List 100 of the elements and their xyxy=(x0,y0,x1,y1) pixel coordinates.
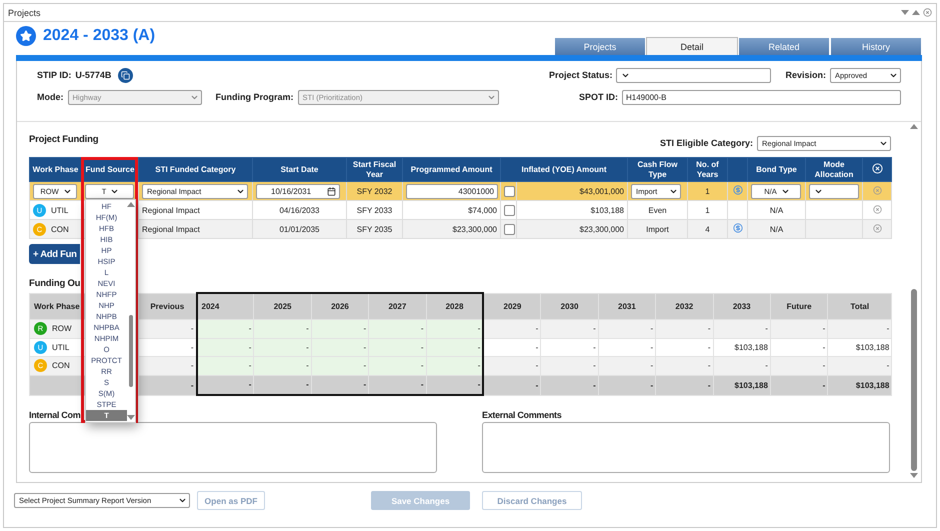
table-cell: - xyxy=(248,342,252,352)
table-cell: N/A xyxy=(770,224,784,234)
checkbox[interactable] xyxy=(504,224,515,234)
funding-program-label: Funding Program: xyxy=(216,92,294,102)
mode-allocation-select[interactable] xyxy=(809,184,859,198)
total-cell: - xyxy=(593,380,596,390)
section-title: Project Funding xyxy=(29,134,98,145)
column-header: Mode Allocation xyxy=(806,158,862,182)
table-cell: - xyxy=(420,361,424,370)
table-cell: - xyxy=(708,324,711,334)
table-cell: - xyxy=(420,324,424,334)
checkbox[interactable] xyxy=(504,204,515,216)
table-cell: - xyxy=(190,324,194,334)
table-cell: $103,188 xyxy=(856,342,890,352)
scrollbar-thumb[interactable] xyxy=(911,289,917,471)
total-cell: - xyxy=(248,380,252,390)
column-header: Previous xyxy=(138,293,196,320)
table-cell: $103,188 xyxy=(734,342,768,352)
scroll-down-icon[interactable] xyxy=(910,473,918,478)
tab[interactable]: Detail xyxy=(646,37,738,55)
total-cell: - xyxy=(650,380,654,390)
table-cell: - xyxy=(190,361,194,370)
start-date-field[interactable]: 10/16/2031 xyxy=(256,184,340,198)
scroll-up-icon[interactable] xyxy=(127,202,135,207)
dollar-icon[interactable] xyxy=(732,223,742,233)
table-cell: 01/01/2035 xyxy=(279,224,320,234)
scroll-down-icon[interactable] xyxy=(127,415,135,420)
table-cell: - xyxy=(822,342,826,352)
column-header: Start Fiscal Year xyxy=(346,158,402,182)
eligible-category-label: STI Eligible Category: xyxy=(660,138,753,148)
column-header: 2027 xyxy=(368,293,426,320)
work-phase: UTIL xyxy=(51,206,68,214)
remove-icon[interactable] xyxy=(872,204,882,214)
scroll-up-icon[interactable] xyxy=(910,124,918,129)
checkbox[interactable] xyxy=(504,186,515,196)
tab[interactable]: Projects xyxy=(554,37,646,55)
column-header: Programmed Amount xyxy=(402,158,500,182)
dollar-icon[interactable] xyxy=(732,185,742,195)
table-cell: - xyxy=(364,324,366,334)
table-cell: $43,001,000 xyxy=(580,186,624,196)
table-cell: - xyxy=(190,342,194,352)
table-cell: - xyxy=(306,324,309,334)
comments-field[interactable] xyxy=(482,422,890,473)
table-cell: SFY 2032 xyxy=(356,186,392,196)
remove-all-icon[interactable] xyxy=(872,162,882,174)
column-header: Cash Flow Type xyxy=(628,158,688,182)
table-cell: - xyxy=(593,324,596,334)
table-cell: Even xyxy=(648,206,667,214)
tab[interactable]: Related xyxy=(738,37,830,55)
table-cell: - xyxy=(478,324,480,334)
table-cell: - xyxy=(650,361,654,370)
column-header: Start Date xyxy=(252,158,346,182)
total-cell: - xyxy=(536,380,538,390)
column-header: 2030 xyxy=(540,293,598,320)
table-cell: - xyxy=(248,361,252,370)
work-phase: CON xyxy=(51,224,69,234)
expand-icon[interactable] xyxy=(912,10,920,15)
column-header: 2026 xyxy=(311,293,369,320)
work-phase: ROW xyxy=(52,324,72,334)
table-cell: 1 xyxy=(705,186,710,196)
tab[interactable]: History xyxy=(830,37,922,55)
table-cell: 04/16/2033 xyxy=(279,206,320,214)
programmed-amount-field[interactable]: 43001000 xyxy=(406,184,498,198)
panel-title: Projects xyxy=(8,8,41,18)
table-cell: N/A xyxy=(770,206,784,214)
add-funding-button[interactable]: + Add Fun xyxy=(29,244,80,264)
table-cell: SFY 2035 xyxy=(356,224,392,234)
column-header: 2031 xyxy=(598,293,656,320)
stip-id-label: STIP ID: xyxy=(37,70,72,80)
spot-id-field[interactable]: H149000-B xyxy=(622,90,901,104)
mode-label: Mode: xyxy=(37,92,64,102)
table-cell: - xyxy=(478,361,480,370)
table-cell: Import xyxy=(646,224,669,234)
comments-label: Internal Com xyxy=(29,410,80,420)
table-cell: - xyxy=(886,324,890,334)
table-cell: - xyxy=(886,361,890,370)
total-cell: - xyxy=(708,380,711,390)
table-cell: $74,000 xyxy=(468,206,497,214)
total-cell: - xyxy=(190,380,194,390)
scrollbar-thumb[interactable] xyxy=(129,315,133,387)
remove-icon[interactable] xyxy=(872,186,882,194)
collapse-icon[interactable] xyxy=(901,10,909,15)
project-status-select[interactable] xyxy=(616,68,772,82)
table-cell: - xyxy=(765,361,768,370)
table-cell: Regional Impact xyxy=(142,224,200,234)
column-header: 2032 xyxy=(656,293,714,320)
table-cell: - xyxy=(708,361,711,370)
total-cell: $103,188 xyxy=(856,380,890,390)
total-cell: $103,188 xyxy=(734,380,768,390)
column-header: 2024 xyxy=(196,293,254,320)
comments-field[interactable] xyxy=(29,422,437,473)
column-header: STI Funded Category xyxy=(138,158,252,182)
table-cell: - xyxy=(420,342,424,352)
calendar-icon[interactable] xyxy=(327,186,336,196)
copy-icon[interactable] xyxy=(118,68,134,82)
column-header: Work Phase xyxy=(30,158,82,182)
remove-icon[interactable] xyxy=(872,224,882,232)
table-cell: 1 xyxy=(705,206,710,214)
close-icon[interactable] xyxy=(923,8,932,17)
spot-id-label: SPOT ID: xyxy=(578,92,618,102)
